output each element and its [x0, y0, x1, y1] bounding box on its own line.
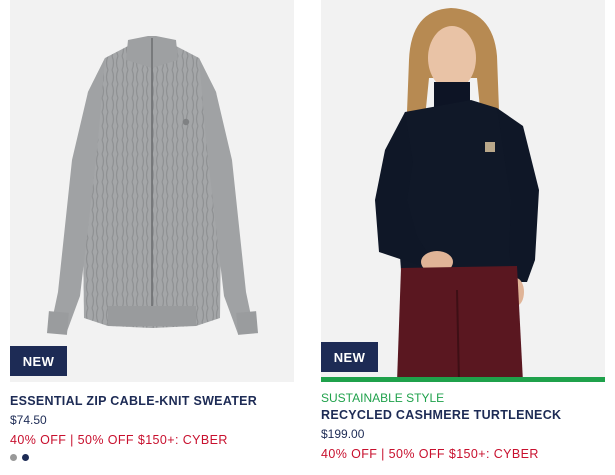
- product-price: $199.00: [321, 427, 365, 441]
- sustainable-style-label: SUSTAINABLE STYLE: [321, 391, 445, 405]
- promo-text: 40% OFF | 50% OFF $150+: CYBER: [321, 447, 539, 461]
- product-name[interactable]: ESSENTIAL ZIP CABLE-KNIT SWEATER: [10, 393, 294, 409]
- product-image[interactable]: NEW: [10, 0, 294, 382]
- new-badge: NEW: [321, 342, 378, 372]
- zip-sweater-image: [46, 36, 259, 335]
- product-image[interactable]: NEW: [321, 0, 605, 382]
- product-price: $74.50: [10, 413, 47, 427]
- swatch-navy[interactable]: [22, 454, 29, 461]
- product-name[interactable]: RECYCLED CASHMERE TURTLENECK: [321, 407, 605, 423]
- color-swatches: [10, 454, 294, 461]
- sustainable-indicator-bar: [321, 377, 605, 382]
- product-card[interactable]: NEW ESSENTIAL ZIP CABLE-KNIT SWEATER $74…: [10, 0, 294, 461]
- new-badge: NEW: [10, 346, 67, 376]
- swatch-grey[interactable]: [10, 454, 17, 461]
- product-card[interactable]: NEW SUSTAINABLE STYLE RECYCLED CASHMERE …: [321, 0, 605, 462]
- promo-text: 40% OFF | 50% OFF $150+: CYBER: [10, 433, 228, 447]
- turtleneck-model-image: [321, 0, 605, 382]
